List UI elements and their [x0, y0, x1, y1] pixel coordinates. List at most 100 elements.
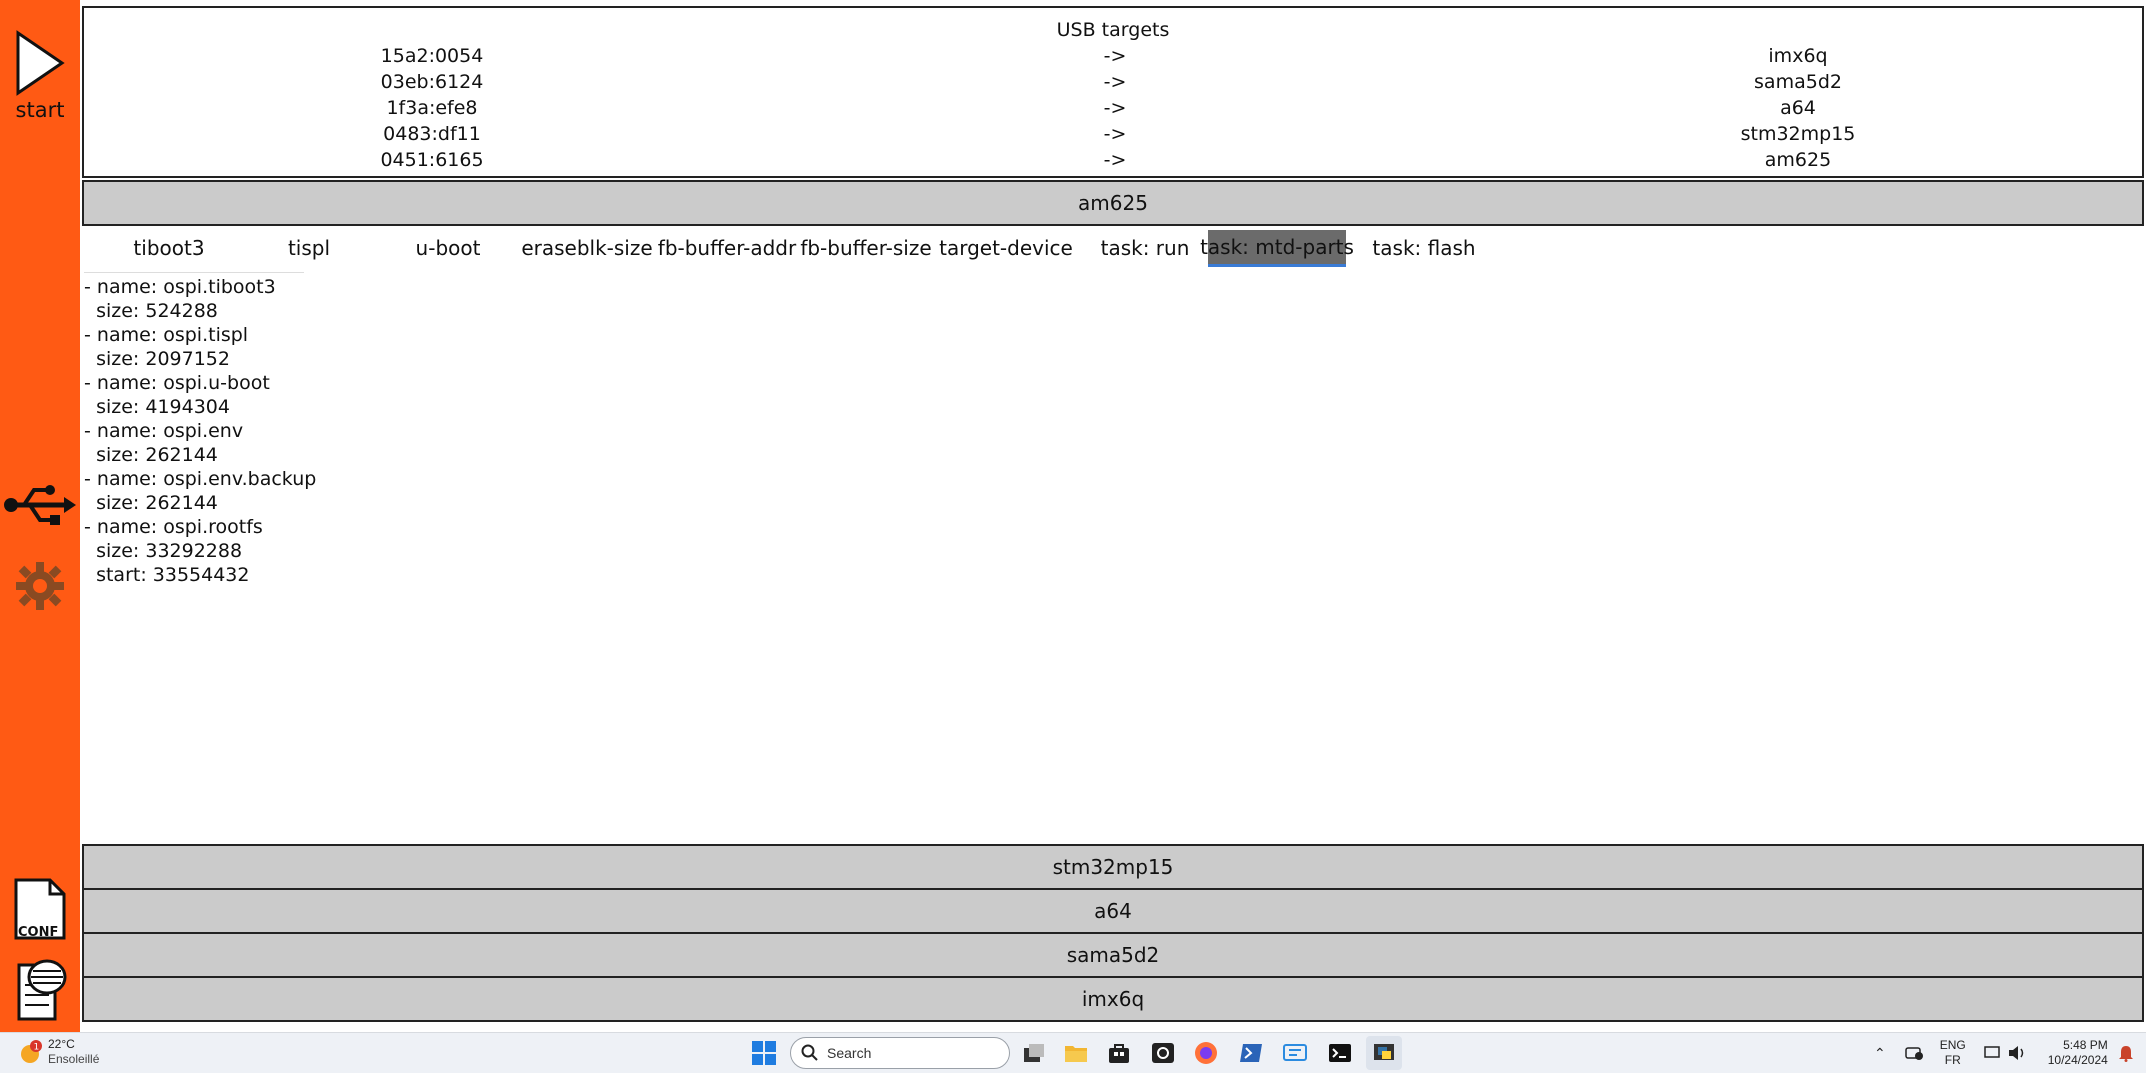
usb-id: 1f3a:efe8 — [386, 97, 478, 119]
tab-tispl[interactable]: tispl — [240, 230, 378, 266]
config-file-icon: CONF — [14, 878, 66, 940]
content-line: - name: ospi.rootfs — [84, 516, 263, 538]
windows-start-button[interactable] — [750, 1039, 778, 1067]
firefox-icon — [1195, 1042, 1217, 1064]
content-line: start: 33554432 — [84, 564, 250, 586]
board-header-sama5d2[interactable]: sama5d2 — [82, 932, 2144, 978]
tab-fb-buffer-size[interactable]: fb-buffer-size — [797, 230, 935, 266]
python-app-button[interactable] — [1366, 1036, 1402, 1070]
usb-target-row: 03eb:6124 -> sama5d2 — [84, 71, 2142, 97]
terminal-icon — [1329, 1044, 1351, 1062]
usb-target-name: stm32mp15 — [1740, 123, 1856, 145]
content-line: size: 33292288 — [84, 540, 243, 562]
tab-target-device[interactable]: target-device — [937, 230, 1075, 266]
gear-icon — [16, 562, 64, 610]
task-view-button[interactable] — [1020, 1039, 1048, 1067]
remote-desktop-button[interactable] — [1281, 1039, 1309, 1067]
usb-arrow: -> — [1103, 71, 1127, 93]
usb-targets-title: USB targets — [1056, 19, 1170, 41]
usb-id: 03eb:6124 — [380, 71, 484, 93]
taskbar: 1 22°C Ensoleillé Search ⌃ ENG FR 5:48 P… — [0, 1032, 2146, 1073]
tab-task-mtd-parts[interactable]: task: mtd-parts — [1200, 230, 1354, 267]
usb-target-name: sama5d2 — [1754, 71, 1842, 93]
display-icon[interactable] — [1984, 1045, 2002, 1061]
windows-logo-icon — [752, 1041, 776, 1065]
search-icon — [801, 1044, 818, 1061]
content-line: size: 262144 — [84, 444, 218, 466]
svg-text:CONF: CONF — [18, 925, 58, 940]
folder-icon — [1065, 1046, 1087, 1062]
board-header-imx6q[interactable]: imx6q — [82, 976, 2144, 1022]
content-line: size: 4194304 — [84, 396, 230, 418]
usb-arrow: -> — [1103, 149, 1127, 171]
start-button[interactable]: start — [0, 30, 80, 122]
usb-target-row: 0451:6165 -> am625 — [84, 149, 2142, 175]
powershell-button[interactable] — [1237, 1039, 1265, 1067]
tab-task-run[interactable]: task: run — [1076, 230, 1214, 266]
network-icon[interactable] — [1904, 1045, 1924, 1061]
remote-desktop-icon — [1283, 1044, 1307, 1061]
chevron-up-icon[interactable]: ⌃ — [1874, 1045, 1886, 1062]
content-line: - name: ospi.tispl — [84, 324, 249, 346]
tab-eraseblk-size[interactable]: eraseblk-size — [518, 230, 656, 266]
store-bag-icon — [1109, 1044, 1129, 1063]
board-header-a64[interactable]: a64 — [82, 888, 2144, 934]
svg-text:1: 1 — [34, 1043, 40, 1053]
log-button[interactable] — [0, 955, 80, 1021]
usb-button[interactable] — [0, 480, 80, 530]
usb-targets-panel: USB targets 15a2:0054 -> imx6q 03eb:6124… — [82, 6, 2144, 178]
settings-app-button[interactable] — [1149, 1039, 1177, 1067]
lang-bottom: FR — [1944, 1053, 1961, 1067]
content-line: - name: ospi.env.backup — [84, 468, 317, 490]
volume-icon[interactable] — [2008, 1045, 2026, 1061]
main-area: USB targets 15a2:0054 -> imx6q 03eb:6124… — [82, 4, 2144, 1032]
usb-target-name: a64 — [1780, 97, 1816, 119]
notification-bell-icon[interactable] — [2118, 1044, 2134, 1062]
content-line: - name: ospi.env — [84, 420, 244, 442]
taskbar-search[interactable]: Search — [790, 1037, 1010, 1069]
terminal-button[interactable] — [1326, 1039, 1354, 1067]
usb-id: 0483:df11 — [383, 123, 481, 145]
app-gear-icon — [1152, 1043, 1174, 1063]
tab-tiboot3[interactable]: tiboot3 — [100, 230, 238, 266]
store-button[interactable] — [1105, 1039, 1133, 1067]
lang-top: ENG — [1939, 1038, 1966, 1052]
sun-icon: 1 — [21, 1040, 42, 1063]
tab-u-boot[interactable]: u-boot — [379, 230, 517, 266]
language-indicator[interactable]: ENG FR — [1940, 1038, 1966, 1068]
clock-date: 10/24/2024 — [2047, 1053, 2108, 1067]
sidebar: start CONF — [0, 0, 80, 1032]
tab-task-flash[interactable]: task: flash — [1355, 230, 1493, 266]
search-placeholder: Search — [827, 1045, 872, 1061]
usb-target-row: 15a2:0054 -> imx6q — [84, 45, 2142, 71]
clock[interactable]: 5:48 PM 10/24/2024 — [2048, 1038, 2108, 1068]
file-explorer-button[interactable] — [1062, 1039, 1090, 1067]
board-header-am625[interactable]: am625 — [82, 180, 2144, 226]
weather-widget[interactable]: 1 22°C Ensoleillé — [18, 1037, 99, 1067]
usb-target-name: am625 — [1764, 149, 1832, 171]
start-label: start — [15, 98, 65, 122]
content-line: size: 2097152 — [84, 348, 230, 370]
content-line: - name: ospi.u-boot — [84, 372, 270, 394]
content-line: - name: ospi.tiboot3 — [84, 276, 276, 298]
usb-icon — [4, 485, 76, 525]
usb-arrow: -> — [1103, 45, 1127, 67]
clock-time: 5:48 PM — [2063, 1038, 2108, 1052]
tab-fb-buffer-addr[interactable]: fb-buffer-addr — [658, 230, 796, 266]
settings-button[interactable] — [0, 560, 80, 612]
system-tray: ⌃ ENG FR 5:48 PM 10/24/2024 — [1874, 1033, 2134, 1073]
usb-target-row: 1f3a:efe8 -> a64 — [84, 97, 2142, 123]
mtd-parts-content: - name: ospi.tiboot3 size: 524288 - name… — [84, 272, 317, 587]
powershell-icon — [1240, 1044, 1262, 1062]
usb-target-name: imx6q — [1768, 45, 1828, 67]
conf-file-button[interactable]: CONF — [0, 878, 80, 940]
firefox-button[interactable] — [1192, 1039, 1220, 1067]
content-line: size: 262144 — [84, 492, 218, 514]
content-line: size: 524288 — [84, 300, 218, 322]
play-icon — [16, 30, 65, 96]
board-header-stm32mp15[interactable]: stm32mp15 — [82, 844, 2144, 890]
weather-temp: 22°C — [48, 1037, 75, 1051]
python-icon — [1374, 1044, 1394, 1060]
usb-id: 0451:6165 — [380, 149, 484, 171]
usb-arrow: -> — [1103, 97, 1127, 119]
